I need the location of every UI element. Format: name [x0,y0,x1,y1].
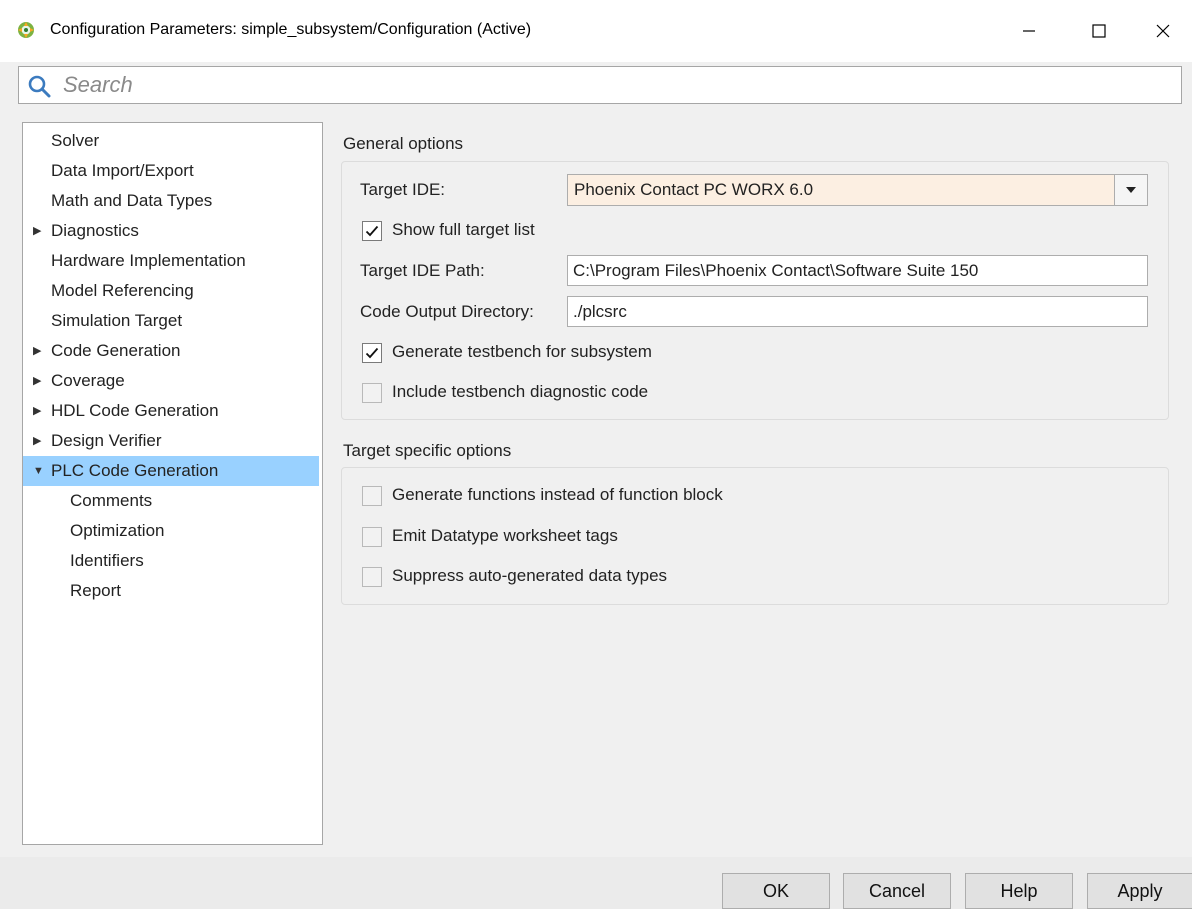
tree-item-math-and-data-types[interactable]: Math and Data Types [23,186,320,216]
tree-item-label: Data Import/Export [51,161,194,180]
search-icon [28,75,51,98]
help-button[interactable]: Help [965,873,1073,909]
generate-functions-label: Generate functions instead of function b… [392,485,723,504]
search-box[interactable] [18,66,1182,104]
checkmark-icon [365,225,379,237]
dropdown-arrow-button[interactable] [1114,175,1147,205]
code-output-dir-field[interactable] [567,296,1148,327]
tree-item-model-referencing[interactable]: Model Referencing [23,276,320,306]
tree-item-label: Design Verifier [51,431,162,450]
show-full-target-list-checkbox[interactable] [362,221,382,241]
checkmark-icon [365,347,379,359]
expanded-arrow-icon[interactable]: ▼ [33,456,44,486]
tree-item-plc-code-generation[interactable]: ▼ PLC Code Generation [23,456,319,486]
tree-item-label: Comments [70,491,153,510]
suppress-auto-generated-types-label: Suppress auto-generated data types [392,566,668,585]
include-testbench-diagnostic-checkbox[interactable] [362,383,382,403]
collapsed-arrow-icon[interactable]: ▶ [33,396,41,426]
suppress-auto-generated-types-checkbox[interactable] [362,567,382,587]
tree-item-design-verifier[interactable]: ▶ Design Verifier [23,426,320,456]
generate-testbench-label: Generate testbench for subsystem [392,342,652,361]
general-options-title: General options [343,134,464,153]
apply-button[interactable]: Apply [1087,873,1192,909]
tree-item-comments[interactable]: Comments [23,486,320,516]
target-ide-path-input[interactable] [573,259,1141,283]
tree-item-hardware-implementation[interactable]: Hardware Implementation [23,246,320,276]
tree-item-label: PLC Code Generation [51,461,219,480]
include-testbench-diagnostic-label: Include testbench diagnostic code [392,382,649,401]
maximize-button[interactable] [1076,0,1122,62]
collapsed-arrow-icon[interactable]: ▶ [33,336,41,366]
tree-item-hdl-code-generation[interactable]: ▶ HDL Code Generation [23,396,320,426]
generate-testbench-checkbox[interactable] [362,343,382,363]
title-bar: Configuration Parameters: simple_subsyst… [0,0,1192,62]
tree-item-data-import-export[interactable]: Data Import/Export [23,156,320,186]
tree-item-optimization[interactable]: Optimization [23,516,320,546]
collapsed-arrow-icon[interactable]: ▶ [33,216,41,246]
tree-item-label: Diagnostics [51,221,139,240]
target-ide-select[interactable]: Phoenix Contact PC WORX 6.0 [567,174,1148,206]
simulink-app-icon [18,22,34,38]
config-params-window: Configuration Parameters: simple_subsyst… [0,0,1192,909]
show-full-target-list-label: Show full target list [392,220,535,239]
generate-functions-checkbox[interactable] [362,486,382,506]
tree-item-coverage[interactable]: ▶ Coverage [23,366,320,396]
category-tree: Solver Data Import/Export Math and Data Ty… [22,122,323,845]
tree-item-diagnostics[interactable]: ▶ Diagnostics [23,216,320,246]
code-output-dir-input[interactable] [573,300,1141,324]
tree-item-label: Hardware Implementation [51,251,246,270]
ok-button[interactable]: OK [722,873,830,909]
cancel-button[interactable]: Cancel [843,873,951,909]
tree-item-label: HDL Code Generation [51,401,219,420]
tree-item-label: Solver [51,131,100,150]
tree-item-label: Math and Data Types [51,191,213,210]
search-input[interactable] [63,71,1163,99]
close-icon [1156,24,1170,38]
emit-datatype-worksheet-tags-checkbox[interactable] [362,527,382,547]
tree-item-code-generation[interactable]: ▶ Code Generation [23,336,320,366]
tree-item-solver[interactable]: Solver [23,126,320,156]
tree-item-label: Optimization [70,521,165,540]
target-ide-path-field[interactable] [567,255,1148,286]
target-ide-value: Phoenix Contact PC WORX 6.0 [574,180,814,199]
target-ide-label: Target IDE: [360,180,446,199]
maximize-icon [1092,24,1106,38]
tree-item-label: Identifiers [70,551,144,570]
tree-item-simulation-target[interactable]: Simulation Target [23,306,320,336]
tree-item-label: Code Generation [51,341,181,360]
chevron-down-icon [1126,187,1136,193]
collapsed-arrow-icon[interactable]: ▶ [33,426,41,456]
code-output-dir-label: Code Output Directory: [360,302,534,321]
target-ide-path-label: Target IDE Path: [360,261,485,280]
tree-item-label: Model Referencing [51,281,194,300]
tree-item-label: Report [70,581,122,600]
tree-item-identifiers[interactable]: Identifiers [23,546,320,576]
tree-item-label: Coverage [51,371,125,390]
tree-item-report[interactable]: Report [23,576,320,606]
collapsed-arrow-icon[interactable]: ▶ [33,366,41,396]
emit-datatype-worksheet-tags-label: Emit Datatype worksheet tags [392,526,618,545]
minimize-icon [1023,30,1035,32]
tree-item-label: Simulation Target [51,311,183,330]
window-title: Configuration Parameters: simple_subsyst… [50,21,532,38]
target-specific-options-title: Target specific options [343,441,512,460]
minimize-button[interactable] [1006,0,1052,62]
close-button[interactable] [1140,0,1186,62]
